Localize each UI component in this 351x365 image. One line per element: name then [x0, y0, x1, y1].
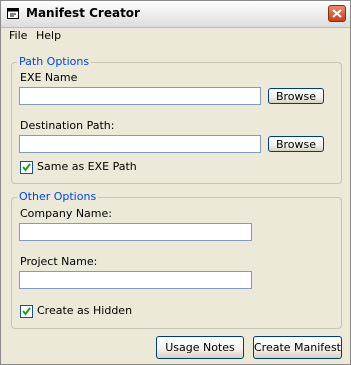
- close-icon: [332, 9, 342, 18]
- manifest-creator-window: Manifest Creator File Help Path Options …: [0, 0, 351, 365]
- exe-name-input[interactable]: [19, 87, 261, 105]
- create-manifest-button[interactable]: Create Manifest: [253, 336, 342, 359]
- browse-exe-button[interactable]: Browse: [268, 88, 324, 104]
- exe-name-label: EXE Name: [20, 71, 78, 84]
- menu-bar: File Help: [1, 28, 350, 44]
- project-name-label: Project Name:: [20, 255, 98, 268]
- path-options-legend: Path Options: [17, 55, 92, 68]
- same-as-exe-checkbox[interactable]: [20, 161, 33, 174]
- destination-path-label: Destination Path:: [20, 119, 115, 132]
- create-as-hidden-label: Create as Hidden: [37, 304, 133, 317]
- destination-path-input[interactable]: [19, 135, 261, 153]
- company-name-input[interactable]: [19, 223, 252, 241]
- title-bar[interactable]: Manifest Creator: [1, 1, 350, 28]
- menu-file[interactable]: File: [9, 29, 27, 42]
- usage-notes-button[interactable]: Usage Notes: [156, 336, 244, 359]
- check-icon: [22, 163, 31, 172]
- other-options-legend: Other Options: [17, 190, 99, 203]
- same-as-exe-label: Same as EXE Path: [37, 160, 137, 173]
- project-name-input[interactable]: [19, 271, 252, 289]
- company-name-label: Company Name:: [20, 207, 112, 220]
- check-icon: [22, 307, 31, 316]
- window-icon: [7, 8, 19, 19]
- create-as-hidden-checkbox[interactable]: [20, 305, 33, 318]
- browse-destination-button[interactable]: Browse: [268, 136, 324, 152]
- close-button[interactable]: [328, 5, 346, 22]
- menu-help[interactable]: Help: [36, 29, 61, 42]
- window-title: Manifest Creator: [26, 6, 140, 20]
